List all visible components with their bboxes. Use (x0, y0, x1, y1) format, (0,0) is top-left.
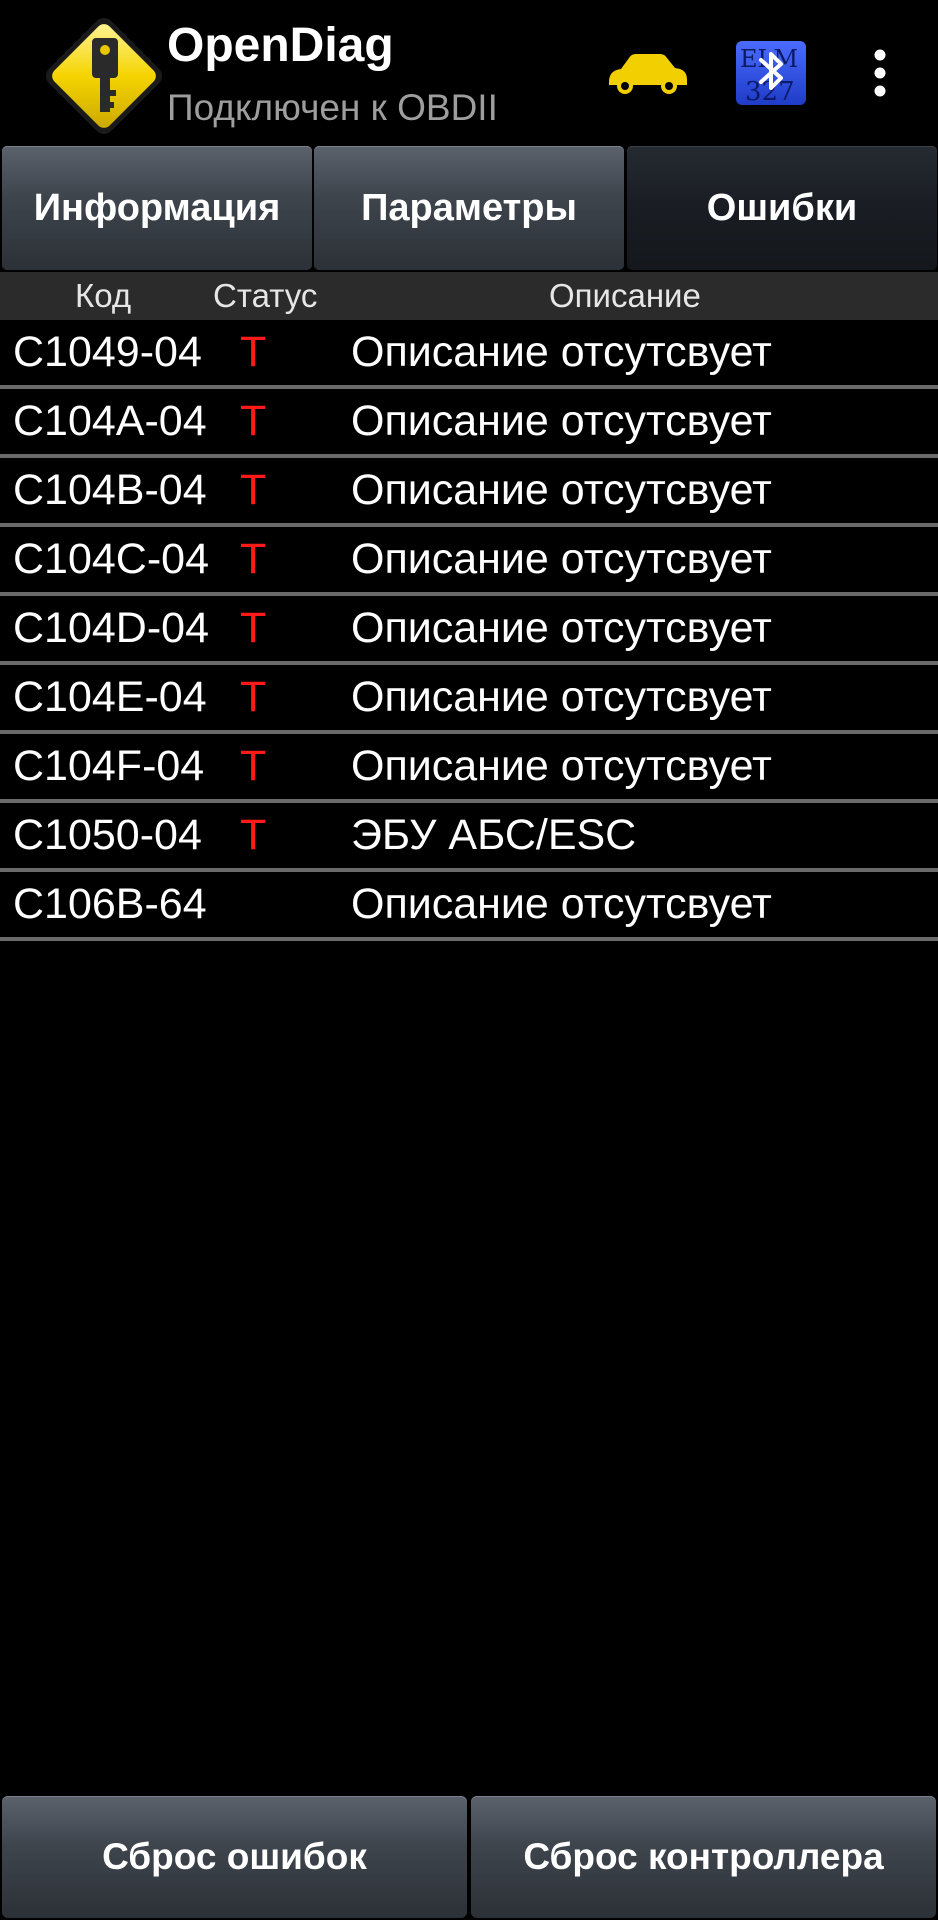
error-status: T (240, 811, 267, 859)
error-list: C1049-04 T Описание отсутсвует C104A-04 … (0, 320, 938, 941)
error-code: C104F-04 (13, 742, 205, 790)
app-bar: OpenDiag Подключен к OBDII ELM 327 (0, 0, 938, 146)
error-code: C104A-04 (13, 397, 207, 445)
table-header: Код Статус Описание (0, 272, 938, 320)
tab-bar: Информация Параметры Ошибки (0, 146, 938, 270)
bluetooth-elm327-icon[interactable]: ELM 327 (735, 40, 807, 106)
error-description: Описание отсутсвует (351, 880, 772, 928)
error-code: C1050-04 (13, 811, 202, 859)
table-row[interactable]: C1049-04 T Описание отсутсвует (0, 320, 938, 389)
table-row[interactable]: C104B-04 T Описание отсутсвует (0, 458, 938, 527)
table-row[interactable]: C104D-04 T Описание отсутсвует (0, 596, 938, 665)
table-row[interactable]: C1050-04 T ЭБУ АБС/ESC (0, 803, 938, 872)
error-description: Описание отсутсвует (351, 328, 772, 376)
table-row[interactable]: C104A-04 T Описание отсутсвует (0, 389, 938, 458)
error-status: T (240, 673, 267, 721)
error-description: ЭБУ АБС/ESC (351, 811, 637, 859)
error-description: Описание отсутсвует (351, 466, 772, 514)
table-row[interactable]: C106B-64 Описание отсутсвует (0, 872, 938, 941)
error-status: T (240, 466, 267, 514)
reset-errors-button[interactable]: Сброс ошибок (2, 1796, 467, 1918)
table-row[interactable]: C104C-04 T Описание отсутсвует (0, 527, 938, 596)
error-status: T (240, 742, 267, 790)
car-icon[interactable] (603, 52, 689, 96)
error-code: C104E-04 (13, 673, 207, 721)
error-code: C106B-64 (13, 880, 207, 928)
error-description: Описание отсутсвует (351, 673, 772, 721)
tab-errors[interactable]: Ошибки (627, 146, 937, 270)
error-code: C104B-04 (13, 466, 207, 514)
error-description: Описание отсутсвует (351, 535, 772, 583)
error-description: Описание отсутсвует (351, 604, 772, 652)
tab-parameters[interactable]: Параметры (314, 146, 624, 270)
error-status: T (240, 604, 267, 652)
column-header-status: Статус (213, 277, 318, 314)
tab-information[interactable]: Информация (2, 146, 312, 270)
error-description: Описание отсутсвует (351, 397, 772, 445)
error-status: T (240, 397, 267, 445)
error-code: C104C-04 (13, 535, 209, 583)
error-code: C104D-04 (13, 604, 209, 652)
app-title: OpenDiag (167, 19, 394, 72)
column-header-description: Описание (549, 277, 701, 314)
error-status: T (240, 328, 267, 376)
error-description: Описание отсутсвует (351, 742, 772, 790)
table-row[interactable]: C104E-04 T Описание отсутсвует (0, 665, 938, 734)
key-warning-logo-icon (45, 17, 163, 135)
table-row[interactable]: C104F-04 T Описание отсутсвует (0, 734, 938, 803)
reset-controller-button[interactable]: Сброс контроллера (471, 1796, 936, 1918)
overflow-menu-icon[interactable] (860, 48, 900, 98)
connection-status: Подключен к OBDII (167, 87, 498, 128)
error-code: C1049-04 (13, 328, 202, 376)
error-status: T (240, 535, 267, 583)
column-header-code: Код (75, 277, 132, 314)
